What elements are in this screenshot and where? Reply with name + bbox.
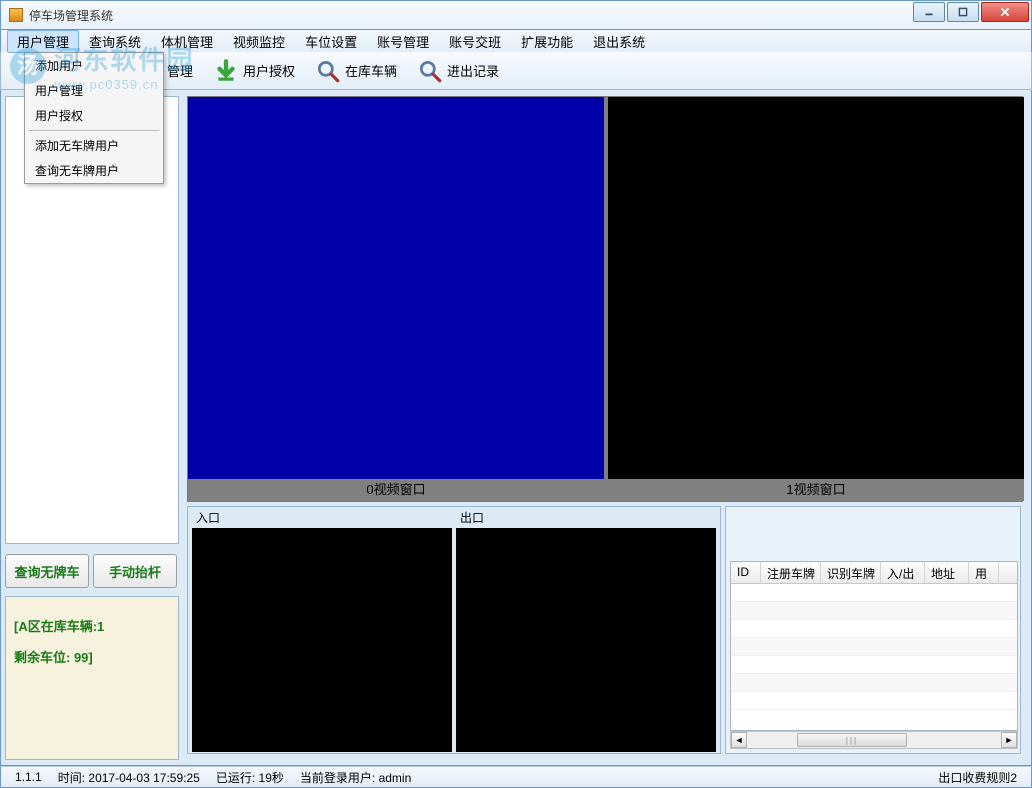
exit-label: 出口	[456, 509, 718, 526]
table-body	[731, 584, 1017, 710]
table-row[interactable]	[731, 638, 1017, 656]
table-row[interactable]	[731, 674, 1017, 692]
menu-account-shift[interactable]: 账号交班	[439, 30, 511, 53]
menu-bar: 用户管理 查询系统 体机管理 视频监控 车位设置 账号管理 账号交班 扩展功能 …	[0, 30, 1032, 52]
status-bar: 1.1.1 时间: 2017-04-03 17:59:25 已运行: 19秒 当…	[0, 766, 1032, 788]
data-table[interactable]: ID 注册车牌 识别车牌 入/出 地址 用	[730, 561, 1018, 731]
table-row[interactable]	[731, 602, 1017, 620]
close-button[interactable]	[981, 2, 1029, 22]
video-label-0: 0视频窗口	[188, 479, 604, 501]
lower-area: 入口 出口 ID 注册车牌 识别车牌 入/出 地址 用	[187, 506, 1023, 758]
dd-user-auth[interactable]: 用户授权	[25, 103, 163, 128]
status-user: 当前登录用户: admin	[292, 769, 419, 786]
scroll-left-icon[interactable]: ◄	[731, 732, 747, 748]
entrance-panel: 入口	[192, 509, 454, 752]
table-header: ID 注册车牌 识别车牌 入/出 地址 用	[731, 562, 1017, 584]
maximize-button[interactable]	[947, 2, 979, 22]
status-version: 1.1.1	[7, 770, 50, 784]
tb-in-stock-label: 在库车辆	[345, 61, 397, 80]
status-runtime: 已运行: 19秒	[208, 769, 292, 786]
exit-panel: 出口	[456, 509, 718, 752]
entrance-label: 入口	[192, 509, 454, 526]
left-status-box: [A区在库车辆:1 剩余车位: 99]	[5, 596, 179, 760]
menu-extend[interactable]: 扩展功能	[511, 30, 583, 53]
exit-feed[interactable]	[456, 528, 716, 752]
video-panel-0: 0视频窗口	[188, 97, 604, 501]
user-manage-dropdown: 添加用户 用户管理 用户授权 添加无车牌用户 查询无车牌用户	[24, 52, 164, 184]
status-time: 时间: 2017-04-03 17:59:25	[50, 769, 208, 786]
dd-query-noplate[interactable]: 查询无车牌用户	[25, 158, 163, 183]
th-addr[interactable]: 地址	[925, 562, 969, 583]
tb-user-auth[interactable]: 用户授权	[203, 56, 305, 86]
menu-exit[interactable]: 退出系统	[583, 30, 655, 53]
table-row[interactable]	[731, 584, 1017, 602]
th-id[interactable]: ID	[731, 562, 761, 583]
status-rule: 出口收费规则2	[930, 769, 1025, 786]
scroll-right-icon[interactable]: ►	[1001, 732, 1017, 748]
table-row[interactable]	[731, 620, 1017, 638]
download-arrow-icon	[213, 58, 239, 84]
dd-add-noplate[interactable]: 添加无车牌用户	[25, 133, 163, 158]
magnifier-icon	[315, 58, 341, 84]
th-use[interactable]: 用	[969, 562, 999, 583]
table-row[interactable]	[731, 656, 1017, 674]
table-area: ID 注册车牌 识别车牌 入/出 地址 用 ◄	[725, 506, 1021, 754]
menu-video-monitor[interactable]: 视频监控	[223, 30, 295, 53]
dd-separator	[29, 130, 159, 131]
minimize-button[interactable]	[913, 2, 945, 22]
menu-account-manage[interactable]: 账号管理	[367, 30, 439, 53]
th-inout[interactable]: 入/出	[881, 562, 925, 583]
dd-user-manage[interactable]: 用户管理	[25, 78, 163, 103]
th-rec-plate[interactable]: 识别车牌	[821, 562, 881, 583]
h-scrollbar[interactable]: ◄ ||| ►	[730, 731, 1018, 749]
video-label-1: 1视频窗口	[608, 479, 1024, 501]
video-area: 0视频窗口 1视频窗口	[187, 96, 1023, 502]
window-title: 停车场管理系统	[29, 7, 113, 24]
main-frame: 查询无牌车 手动抬杆 [A区在库车辆:1 剩余车位: 99] 0视频窗口 1视频…	[0, 90, 1032, 766]
status-line1: [A区在库车辆:1	[14, 611, 170, 642]
scroll-thumb[interactable]: |||	[797, 733, 907, 747]
video-feed-1[interactable]	[608, 97, 1024, 479]
status-line2: 剩余车位: 99]	[14, 642, 170, 673]
entrance-feed[interactable]	[192, 528, 452, 752]
th-reg-plate[interactable]: 注册车牌	[761, 562, 821, 583]
app-icon	[9, 8, 23, 22]
tb-user-auth-label: 用户授权	[243, 61, 295, 80]
title-bar: 停车场管理系统	[0, 0, 1032, 30]
menu-user-manage[interactable]: 用户管理	[7, 30, 79, 53]
io-group: 入口 出口	[187, 506, 721, 754]
dd-add-user[interactable]: 添加用户	[25, 53, 163, 78]
video-feed-0[interactable]	[188, 97, 604, 479]
query-noplate-button[interactable]: 查询无牌车	[5, 554, 89, 588]
table-row[interactable]	[731, 692, 1017, 710]
video-panel-1: 1视频窗口	[608, 97, 1024, 501]
menu-query-system[interactable]: 查询系统	[79, 30, 151, 53]
menu-parking-setting[interactable]: 车位设置	[295, 30, 367, 53]
tb-manage-label: 管理	[167, 61, 193, 80]
tb-in-out-log-label: 进出记录	[447, 61, 499, 80]
manual-lift-button[interactable]: 手动抬杆	[93, 554, 177, 588]
magnifier-icon	[417, 58, 443, 84]
menu-machine-manage[interactable]: 体机管理	[151, 30, 223, 53]
tb-in-stock[interactable]: 在库车辆	[305, 56, 407, 86]
tb-in-out-log[interactable]: 进出记录	[407, 56, 509, 86]
